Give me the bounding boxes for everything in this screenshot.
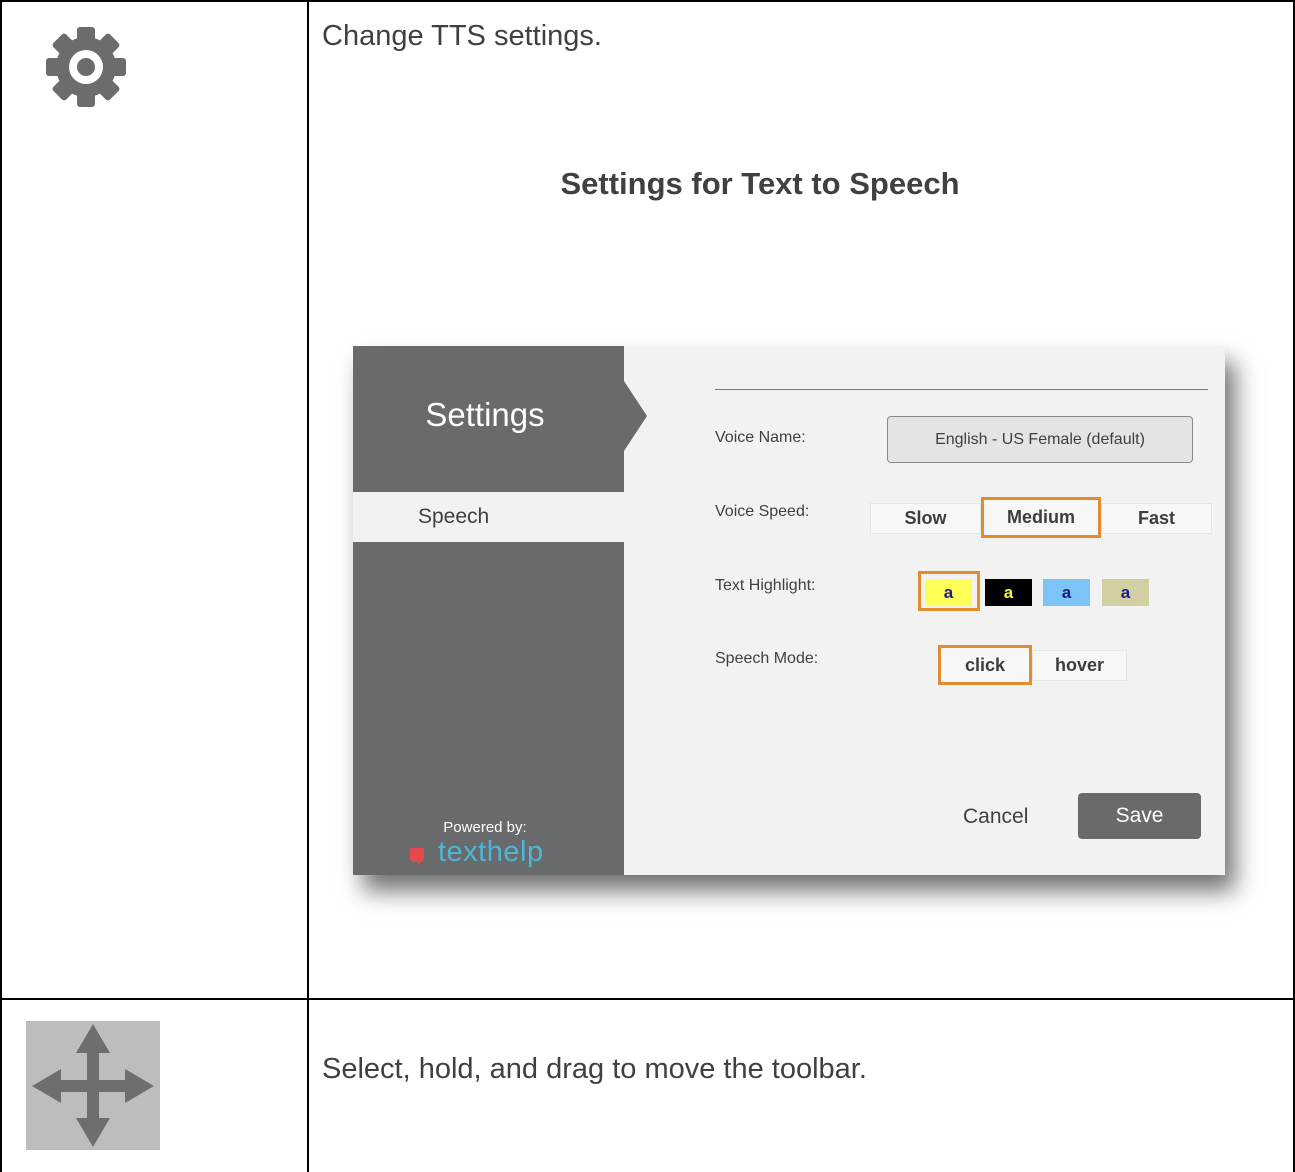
brand-name: texthelp bbox=[438, 836, 544, 868]
sidebar-item-label: Speech bbox=[418, 505, 490, 528]
highlight-swatch-black[interactable]: a bbox=[985, 579, 1032, 606]
voice-name-select[interactable]: English - US Female (default) bbox=[887, 416, 1193, 463]
table-border-left bbox=[0, 0, 2, 1172]
cancel-button[interactable]: Cancel bbox=[963, 805, 1028, 829]
highlight-swatch-blue[interactable]: a bbox=[1043, 579, 1090, 606]
speed-option-slow[interactable]: Slow bbox=[870, 503, 981, 534]
voice-speed-label: Voice Speed: bbox=[715, 503, 810, 520]
highlight-swatch-khaki[interactable]: a bbox=[1102, 579, 1149, 606]
speed-option-fast[interactable]: Fast bbox=[1101, 503, 1212, 534]
dialog-sidebar: Settings Speech Powered by: texthelp bbox=[353, 346, 624, 875]
sidebar-pointer bbox=[624, 381, 647, 451]
section-heading: Settings for Text to Speech bbox=[560, 166, 960, 201]
voice-name-label: Voice Name: bbox=[715, 429, 806, 446]
table-column-divider bbox=[307, 0, 309, 1172]
text-highlight-label: Text Highlight: bbox=[715, 577, 816, 594]
gear-icon bbox=[43, 24, 129, 110]
dialog-divider bbox=[715, 389, 1208, 390]
row-description: Change TTS settings. bbox=[322, 20, 602, 52]
table-row-divider bbox=[0, 998, 1295, 1000]
dialog-title: Settings bbox=[425, 396, 545, 433]
sidebar-item-speech[interactable]: Speech bbox=[353, 492, 624, 542]
speech-mode-click[interactable]: click bbox=[938, 645, 1032, 685]
highlight-swatch-yellow[interactable]: a bbox=[925, 579, 972, 606]
save-button[interactable]: Save bbox=[1078, 793, 1201, 839]
move-arrows-icon bbox=[26, 1021, 160, 1150]
voice-name-value: English - US Female (default) bbox=[935, 431, 1145, 448]
table-border-top bbox=[0, 0, 1295, 2]
powered-by-label: Powered by: bbox=[443, 819, 527, 836]
speech-mode-label: Speech Mode: bbox=[715, 650, 819, 667]
row-description: Select, hold, and drag to move the toolb… bbox=[322, 1053, 867, 1085]
settings-dialog: Settings Speech Powered by: texthelp Voi… bbox=[353, 346, 1225, 875]
speech-mode-hover[interactable]: hover bbox=[1032, 650, 1127, 681]
texthelp-bird-icon bbox=[410, 848, 424, 866]
speed-option-medium[interactable]: Medium bbox=[981, 497, 1101, 538]
